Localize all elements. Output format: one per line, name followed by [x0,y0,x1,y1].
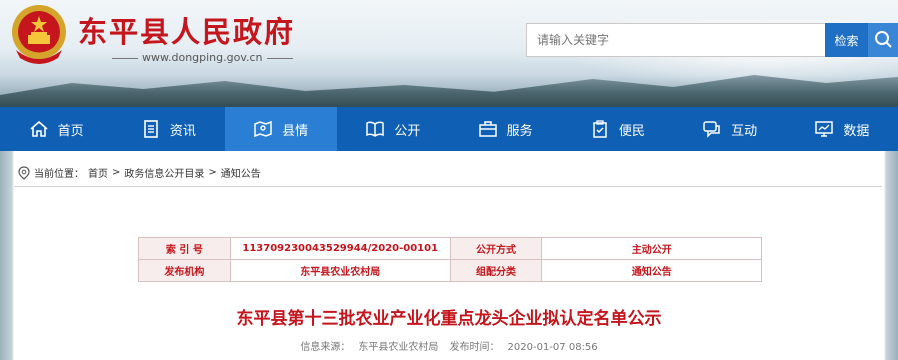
breadcrumb-link-catalog[interactable]: 政务信息公开目录 [124,165,204,180]
category-value: 通知公告 [541,259,762,282]
index-number-value: 113709230043529944/2020-00101 [229,237,451,260]
date-label: 发布时间： [449,342,500,353]
chat-icon [703,121,720,138]
map-icon [254,120,272,138]
breadcrumb: 当前位置： 首页 > 政务信息公开目录 > 通知公告 [18,165,261,180]
breadcrumb-link-notices[interactable]: 通知公告 [221,165,261,180]
article-info: 信息来源： 东平县农业农村局 发布时间： 2020-01-07 08:56 [0,338,898,353]
nav-label: 公开 [394,123,421,139]
breadcrumb-link-home[interactable]: 首页 [88,165,108,180]
nav-item-convenience[interactable]: 便民 [561,107,673,151]
issuing-org-label: 发布机构 [138,259,231,282]
national-emblem-icon [12,5,66,64]
site-url: www.dongping.gov.cn [108,51,297,64]
search-icon [875,31,892,48]
publish-method-label: 公开方式 [449,237,543,260]
nav-label: 首页 [57,123,84,139]
header-banner: 东平县人民政府 www.dongping.gov.cn 检索 [0,0,898,107]
nav-label: 服务 [506,123,533,139]
breadcrumb-separator: > [112,167,121,178]
issuing-org-value: 东平县农业农村局 [229,259,451,282]
nav-item-interaction[interactable]: 互动 [674,107,786,151]
category-label: 组配分类 [449,259,543,282]
breadcrumb-divider [14,186,882,187]
nav-item-public[interactable]: 公开 [337,107,449,151]
briefcase-icon [478,121,497,137]
table-row: 索 引 号 113709230043529944/2020-00101 公开方式… [138,237,762,260]
nav-label: 便民 [618,123,645,139]
index-number-label: 索 引 号 [138,237,231,260]
table-row: 发布机构 东平县农业农村局 组配分类 通知公告 [138,259,762,282]
nav-item-data[interactable]: 数据 [786,107,898,151]
location-pin-icon [18,165,30,180]
clipboard-icon [593,120,607,138]
site-title: 东平县人民政府 [78,15,296,49]
nav-label: 县情 [282,123,309,139]
document-meta-table: 索 引 号 113709230043529944/2020-00101 公开方式… [138,237,762,282]
source-label: 信息来源： [300,342,351,353]
main-nav: 首页 资讯 县情 公开 服务 便民 互动 数据 [0,107,898,151]
monitor-icon [815,121,834,137]
nav-item-county-info[interactable]: 县情 [224,107,337,151]
breadcrumb-prefix: 当前位置： [34,169,84,180]
breadcrumb-separator: > [208,167,217,178]
nav-label: 资讯 [169,123,196,139]
search-icon-button[interactable] [868,23,898,57]
nav-item-service[interactable]: 服务 [449,107,561,151]
search-button[interactable]: 检索 [825,23,868,57]
nav-label: 互动 [731,123,758,139]
date-value: 2020-01-07 08:56 [507,342,598,353]
search-input[interactable] [526,23,826,57]
nav-item-home[interactable]: 首页 [0,107,112,151]
book-icon [366,121,385,137]
source-value: 东平县农业农村局 [358,342,439,353]
nav-label: 数据 [843,123,870,139]
publish-method-value: 主动公开 [541,237,762,260]
home-icon [30,120,48,137]
document-icon [144,120,158,138]
article-title: 东平县第十三批农业产业化重点龙头企业拟认定名单公示 [236,309,662,329]
nav-item-news[interactable]: 资讯 [112,107,224,151]
